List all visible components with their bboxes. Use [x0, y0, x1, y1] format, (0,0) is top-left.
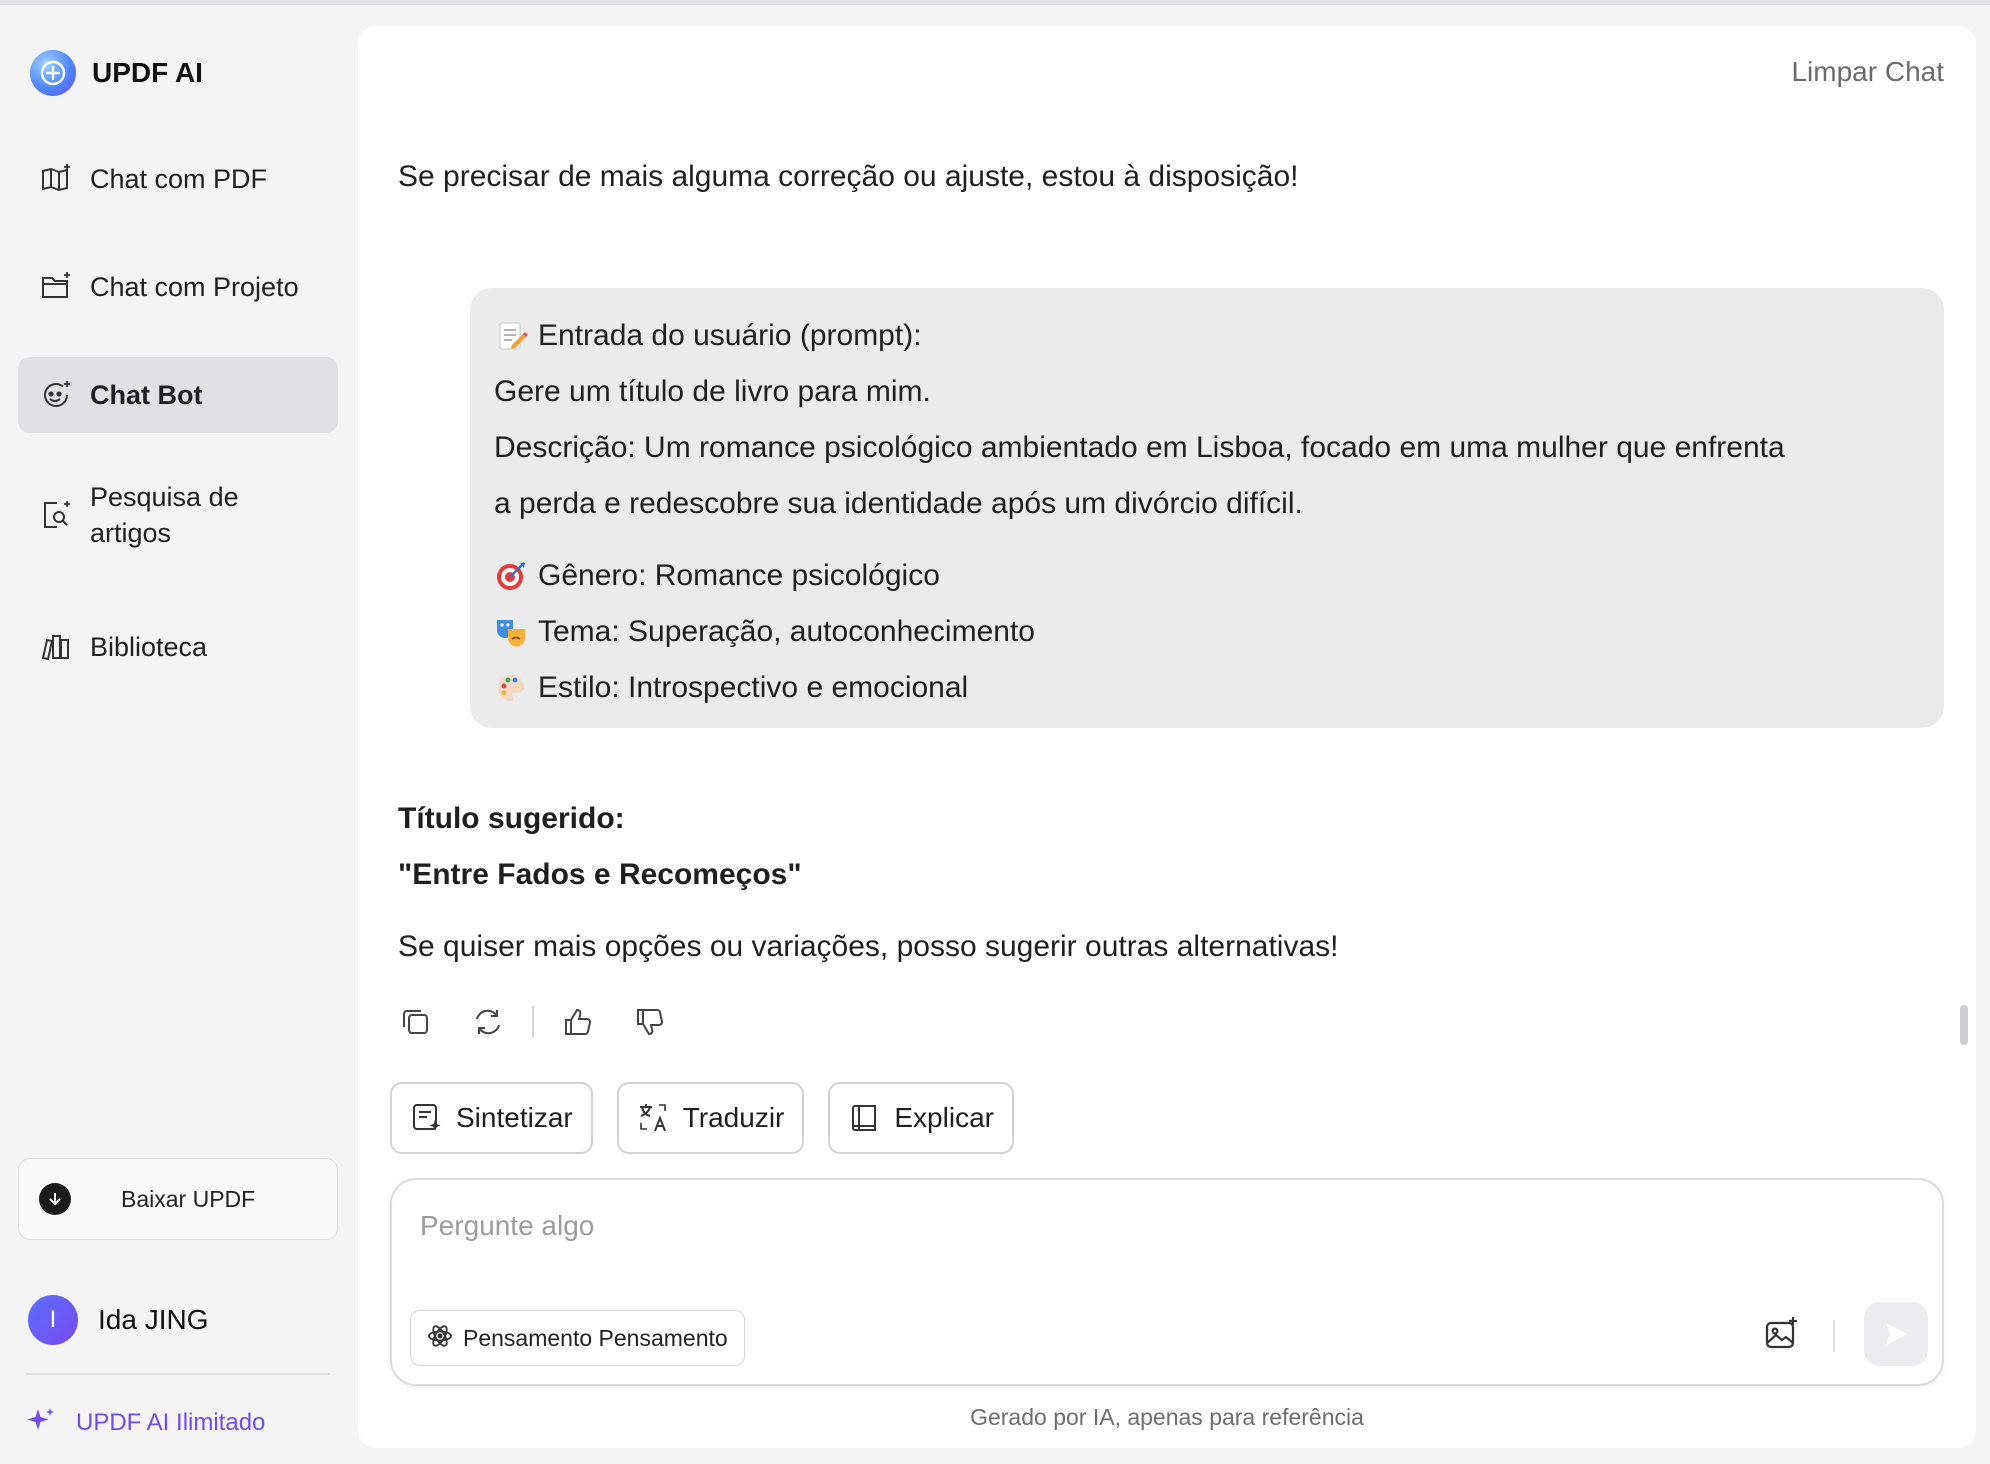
book-sparkle-icon — [38, 161, 74, 197]
brand-name: UPDF AI — [92, 57, 203, 88]
user-name: Ida JING — [98, 1304, 209, 1335]
suggested-title: "Entre Fados e Recomeços" — [398, 858, 802, 891]
send-button[interactable] — [1864, 1302, 1928, 1366]
prompt-genre: Gênero: Romance psicológico — [538, 559, 940, 592]
sidebar-item-label: Chat com Projeto — [90, 272, 299, 302]
prompt-heading: Entrada do usuário (prompt): — [538, 319, 922, 352]
suggested-title-label: Título sugerido: — [398, 802, 625, 835]
sidebar: UPDF AI Chat com PDF Chat com Projeto Ch… — [0, 5, 356, 1464]
thinking-mode-label: Pensamento Pensamento — [463, 1324, 728, 1351]
chat-scrollbar[interactable] — [1960, 1005, 1968, 1045]
regenerate-icon[interactable] — [470, 1004, 506, 1040]
copy-icon[interactable] — [398, 1004, 434, 1040]
translate-button[interactable]: Traduzir — [616, 1082, 805, 1154]
prompt-theme: Tema: Superação, autoconhecimento — [538, 615, 1035, 648]
message-actions — [398, 1004, 704, 1040]
translate-label: Traduzir — [682, 1102, 785, 1133]
chat-input[interactable] — [420, 1204, 1820, 1248]
sparkle-icon — [26, 1405, 56, 1440]
bot-icon — [38, 377, 74, 413]
clear-chat-button[interactable]: Limpar Chat — [1791, 56, 1944, 88]
thinking-mode-button[interactable]: Pensamento Pensamento — [410, 1310, 745, 1366]
chat-panel: Limpar Chat Se precisar de mais alguma c… — [358, 26, 1976, 1448]
sidebar-item-chat-project[interactable]: Chat com Projeto — [18, 249, 338, 325]
user-profile[interactable]: I Ida JING — [28, 1295, 208, 1345]
send-icon — [1886, 1323, 1908, 1345]
brand[interactable]: UPDF AI — [30, 50, 203, 96]
summarize-label: Sintetizar — [456, 1102, 573, 1133]
prompt-line: a perda e redescobre sua identidade após… — [494, 487, 1303, 520]
thumbs-down-icon[interactable] — [632, 1004, 668, 1040]
summarize-icon — [410, 1101, 444, 1135]
prompt-line: Gere um título de livro para mim. — [494, 375, 931, 408]
upgrade-label: UPDF AI Ilimitado — [76, 1408, 266, 1436]
masks-icon — [494, 615, 528, 649]
avatar: I — [28, 1295, 78, 1345]
user-message-bubble: Entrada do usuário (prompt): Gere um tít… — [470, 288, 1944, 728]
sidebar-item-article-search[interactable]: Pesquisa de artigos — [18, 465, 338, 565]
prompt-style-line: Estilo: Introspectivo e emocional — [494, 660, 1920, 716]
memo-icon — [494, 319, 528, 353]
explain-button[interactable]: Explicar — [828, 1082, 1014, 1154]
updf-ai-logo-icon — [30, 50, 76, 96]
sidebar-item-chat-pdf[interactable]: Chat com PDF — [18, 141, 338, 217]
prompt-line: Descrição: Um romance psicológico ambien… — [494, 431, 1785, 464]
folder-sparkle-icon — [38, 269, 74, 305]
library-icon — [38, 629, 74, 665]
download-label: Baixar UPDF — [121, 1185, 256, 1212]
divider — [26, 1373, 330, 1375]
sidebar-item-label: Chat com PDF — [90, 164, 268, 194]
explain-book-icon — [848, 1101, 882, 1135]
summarize-button[interactable]: Sintetizar — [390, 1082, 593, 1154]
explain-label: Explicar — [894, 1102, 994, 1133]
divider — [1833, 1320, 1835, 1352]
divider — [532, 1006, 534, 1038]
atom-icon — [427, 1323, 453, 1354]
translate-icon — [637, 1101, 671, 1135]
image-upload-icon[interactable] — [1762, 1314, 1802, 1354]
sidebar-item-library[interactable]: Biblioteca — [18, 609, 338, 685]
sidebar-item-label: Biblioteca — [90, 632, 208, 662]
prompt-genre-line: Gênero: Romance psicológico — [494, 548, 1920, 604]
download-icon — [39, 1183, 71, 1215]
target-icon — [494, 559, 528, 593]
prompt-style: Estilo: Introspectivo e emocional — [538, 671, 969, 704]
sidebar-item-label: Pesquisa de artigos — [90, 482, 239, 548]
upgrade-link[interactable]: UPDF AI Ilimitado — [26, 1405, 265, 1440]
sidebar-item-label: Chat Bot — [90, 380, 203, 410]
prompt-theme-line: Tema: Superação, autoconhecimento — [494, 604, 1920, 660]
article-search-icon — [38, 497, 74, 533]
chat-composer: Pensamento Pensamento — [390, 1178, 1944, 1386]
quick-actions: Sintetizar Traduzir Explicar — [390, 1082, 1038, 1154]
sidebar-item-chat-bot[interactable]: Chat Bot — [18, 357, 338, 433]
palette-icon — [494, 671, 528, 705]
download-updf-button[interactable]: Baixar UPDF — [18, 1158, 338, 1240]
thumbs-up-icon[interactable] — [560, 1004, 596, 1040]
ai-disclaimer: Gerado por IA, apenas para referência — [970, 1404, 1364, 1430]
prompt-heading-line: Entrada do usuário (prompt): — [494, 308, 1920, 364]
assistant-follow-up: Se quiser mais opções ou variações, poss… — [398, 930, 1339, 963]
assistant-message-tail: Se precisar de mais alguma correção ou a… — [398, 160, 1299, 193]
